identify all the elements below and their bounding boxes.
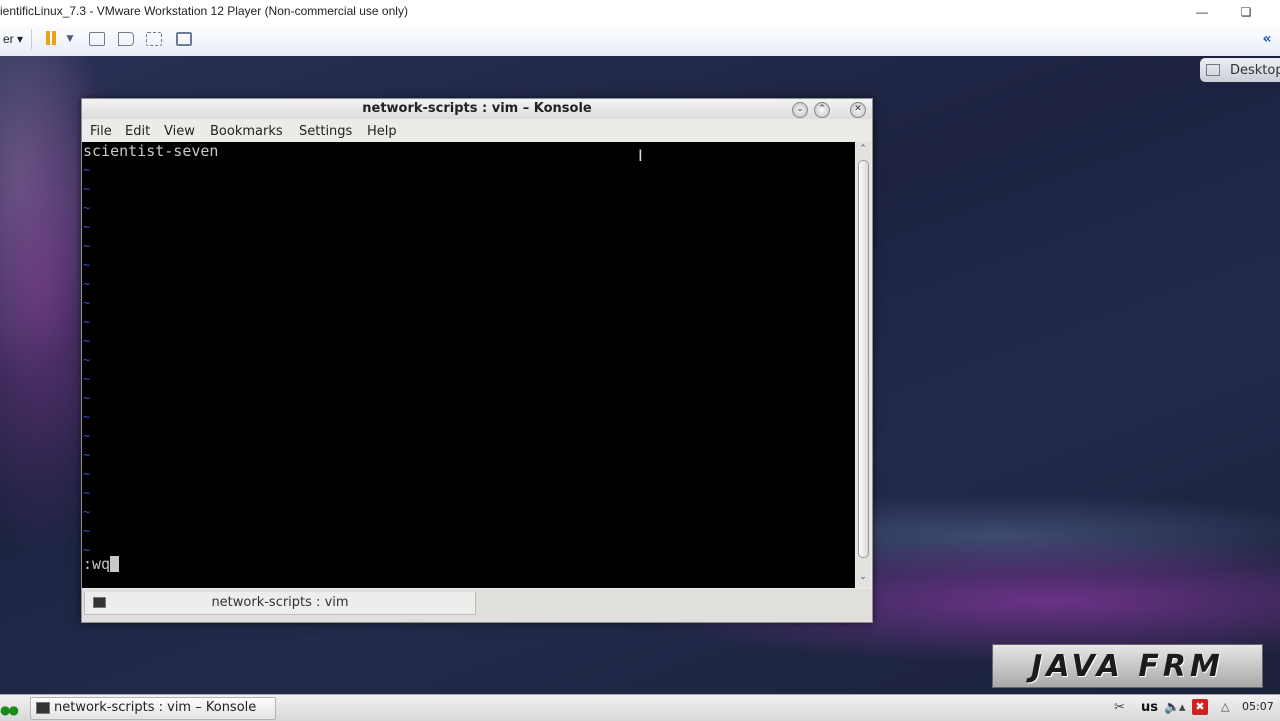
text-cursor bbox=[110, 556, 120, 572]
vim-empty-line: ~ bbox=[83, 372, 91, 386]
full-screen-button[interactable] bbox=[145, 30, 163, 48]
konsole-tab[interactable]: network-scripts : vim bbox=[84, 592, 476, 615]
chevron-down-icon: ⌄ bbox=[796, 104, 804, 114]
minimize-icon: — bbox=[1196, 4, 1208, 19]
removable-devices-button[interactable] bbox=[117, 30, 135, 48]
taskbar-item-konsole[interactable]: network-scripts : vim – Konsole bbox=[30, 697, 276, 720]
konsole-window-title: network-scripts : vim – Konsole bbox=[362, 101, 592, 116]
vim-empty-line: ~ bbox=[83, 467, 91, 481]
collapse-icon: « bbox=[1262, 31, 1272, 47]
vim-empty-line: ~ bbox=[83, 296, 91, 310]
vim-empty-line: ~ bbox=[83, 201, 91, 215]
notification-error-icon[interactable]: ✖ bbox=[1192, 699, 1208, 715]
vim-empty-line: ~ bbox=[83, 258, 91, 272]
pause-button[interactable] bbox=[41, 30, 61, 48]
player-menu[interactable]: er ▾ bbox=[0, 30, 26, 48]
minimize-button[interactable]: — bbox=[1180, 0, 1224, 23]
full-screen-icon bbox=[146, 32, 162, 46]
vim-empty-line: ~ bbox=[83, 163, 91, 177]
vim-empty-line: ~ bbox=[83, 315, 91, 329]
terminal-icon bbox=[36, 702, 50, 714]
keyboard-layout-indicator[interactable]: us bbox=[1141, 700, 1158, 715]
terminal-icon bbox=[93, 597, 106, 608]
restore-button[interactable]: ❏ bbox=[1224, 0, 1268, 23]
terminal-scrollbar[interactable]: ⌃ ⌄ bbox=[856, 142, 871, 588]
pause-dropdown-button[interactable]: ▼ bbox=[63, 30, 77, 48]
chevron-up-icon: ⌃ bbox=[818, 104, 826, 114]
tray-expand-icon[interactable]: △ bbox=[1221, 700, 1229, 713]
konsole-title-bar[interactable]: network-scripts : vim – Konsole ⌄ ⌃ ✕ bbox=[82, 99, 872, 119]
konsole-window: network-scripts : vim – Konsole ⌄ ⌃ ✕ Fi… bbox=[81, 98, 873, 623]
vim-buffer-line: scientist-seven bbox=[83, 142, 219, 160]
scroll-up-icon[interactable]: ⌃ bbox=[858, 144, 868, 154]
panel-clock[interactable]: 05:07 bbox=[1242, 700, 1274, 713]
vmware-toolbar: er ▾ ▼ « bbox=[0, 23, 1280, 57]
konsole-tab-label: network-scripts : vim bbox=[211, 595, 349, 610]
volume-icon[interactable]: 🔈 bbox=[1164, 700, 1180, 715]
guest-taskbar: ●● network-scripts : vim – Konsole ✂ us … bbox=[0, 694, 1280, 721]
minimize-window-button[interactable]: ⌄ bbox=[792, 102, 808, 118]
restore-icon: ❏ bbox=[1240, 4, 1252, 19]
vim-empty-line: ~ bbox=[83, 277, 91, 291]
menu-view[interactable]: View bbox=[164, 124, 195, 139]
desktop-icon bbox=[1206, 64, 1220, 76]
menu-help[interactable]: Help bbox=[367, 124, 397, 139]
removable-devices-icon bbox=[118, 32, 134, 46]
unity-icon bbox=[176, 32, 192, 46]
collapse-toolbar-button[interactable]: « bbox=[1260, 30, 1274, 48]
vim-empty-line: ~ bbox=[83, 353, 91, 367]
toolbar-separator bbox=[31, 29, 32, 49]
vmware-title-bar: ientificLinux_7.3 - VMware Workstation 1… bbox=[0, 0, 1280, 23]
vim-empty-line: ~ bbox=[83, 391, 91, 405]
menu-bookmarks[interactable]: Bookmarks bbox=[210, 124, 283, 139]
terminal-area[interactable]: scientist-seven ~ ~ ~ ~ ~ ~ ~ ~ ~ ~ ~ ~ … bbox=[82, 142, 855, 588]
vim-empty-line: ~ bbox=[83, 486, 91, 500]
application-launcher-icon[interactable]: ●● bbox=[0, 703, 19, 717]
close-window-button[interactable]: ✕ bbox=[850, 102, 866, 118]
unity-button[interactable] bbox=[175, 30, 193, 48]
taskbar-item-label: network-scripts : vim – Konsole bbox=[54, 700, 257, 715]
vim-empty-line: ~ bbox=[83, 448, 91, 462]
maximize-window-button[interactable]: ⌃ bbox=[814, 102, 830, 118]
vim-command-text: :wq bbox=[83, 555, 111, 573]
vim-empty-line: ~ bbox=[83, 182, 91, 196]
close-icon: ✕ bbox=[854, 104, 862, 114]
vim-command-line[interactable]: :wq bbox=[83, 555, 120, 573]
pause-icon bbox=[45, 30, 57, 48]
vim-empty-line: ~ bbox=[83, 220, 91, 234]
desktop-button[interactable]: Desktop bbox=[1200, 58, 1280, 82]
konsole-tab-bar: network-scripts : vim bbox=[82, 589, 872, 622]
send-ctrl-alt-del-button[interactable] bbox=[88, 30, 106, 48]
network-icon[interactable]: ▴ bbox=[1179, 700, 1186, 715]
vim-empty-line: ~ bbox=[83, 505, 91, 519]
ibeam-cursor-icon: I bbox=[638, 146, 643, 165]
menu-file[interactable]: File bbox=[90, 124, 112, 139]
scroll-down-icon[interactable]: ⌄ bbox=[858, 572, 868, 582]
dropdown-icon: ▼ bbox=[66, 34, 74, 44]
konsole-menubar: File Edit View Bookmarks Settings Help bbox=[82, 120, 872, 142]
send-ctrl-alt-del-icon bbox=[89, 32, 105, 46]
vim-empty-line: ~ bbox=[83, 429, 91, 443]
vim-empty-line: ~ bbox=[83, 334, 91, 348]
desktop-button-label: Desktop bbox=[1230, 62, 1280, 78]
vim-empty-line: ~ bbox=[83, 239, 91, 253]
scissors-icon[interactable]: ✂ bbox=[1114, 700, 1125, 715]
vmware-window-title: ientificLinux_7.3 - VMware Workstation 1… bbox=[0, 4, 408, 18]
vim-empty-line: ~ bbox=[83, 410, 91, 424]
watermark-logo: JAVA FRM bbox=[992, 644, 1263, 688]
menu-settings[interactable]: Settings bbox=[299, 124, 352, 139]
menu-edit[interactable]: Edit bbox=[125, 124, 150, 139]
scrollbar-thumb[interactable] bbox=[858, 160, 869, 558]
vim-empty-line: ~ bbox=[83, 524, 91, 538]
